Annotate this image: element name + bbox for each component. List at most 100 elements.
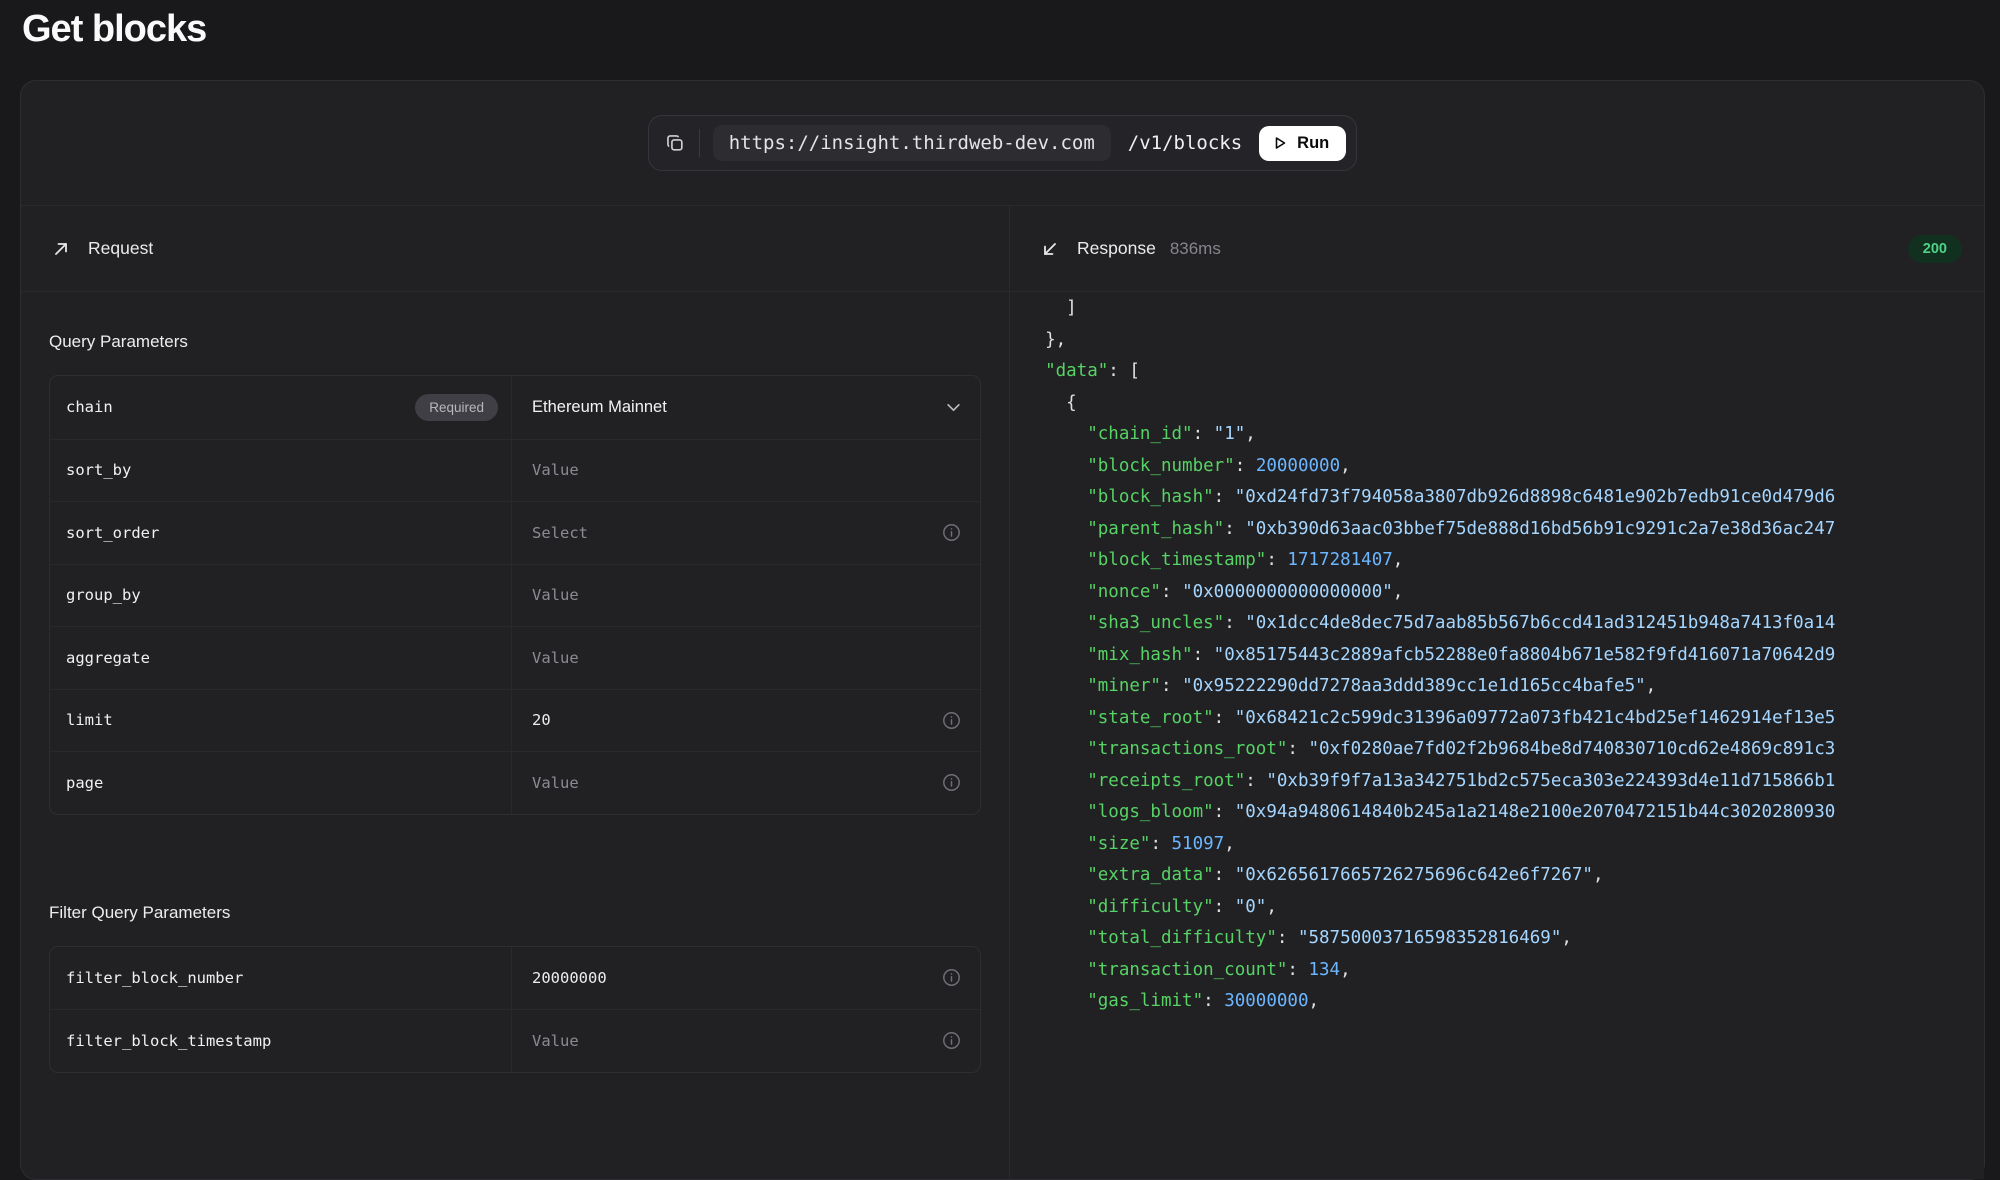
url-divider (698, 129, 700, 157)
param-key-cell: filter_block_number (50, 946, 512, 1009)
param-value-limit[interactable]: 20 (512, 690, 980, 752)
run-button[interactable]: Run (1259, 125, 1347, 161)
url-section: https://insight.thirdweb-dev.com /v1/blo… (21, 81, 1984, 206)
param-name: filter_block_number (66, 968, 244, 987)
query-parameters-table: chain Required Ethereum Mainnet sort_by Valu… (49, 375, 981, 815)
code-line: "total_difficulty": "5875000371659835281… (1087, 928, 1572, 948)
param-key-cell: aggregate (50, 627, 512, 689)
code-line: "parent_hash": "0xb390d63aac03bbef75de88… (1087, 518, 1836, 539)
section-heading-filter-query-parameters: Filter Query Parameters (49, 902, 231, 922)
param-value-filter_block_number[interactable]: 20000000 (512, 947, 980, 1010)
param-value-text: 20000000 (532, 968, 607, 987)
param-name: filter_block_timestamp (66, 1031, 272, 1050)
code-line: "size": 51097, (1087, 833, 1235, 854)
param-value-filter_block_timestamp[interactable]: Value (512, 1010, 980, 1072)
param-value-aggregate[interactable]: Value (512, 627, 980, 689)
param-name: page (66, 773, 104, 792)
code-line: "mix_hash": "0x85175443c2889afcb52288e0f… (1087, 644, 1836, 665)
code-line: "block_timestamp": 1717281407, (1087, 550, 1404, 570)
chevron-down-icon (946, 400, 961, 415)
param-key-cell: sort_order (50, 502, 512, 564)
url-bar: https://insight.thirdweb-dev.com /v1/blo… (647, 115, 1358, 171)
code-line: "state_root": "0x68421c2c599dc31396a0977… (1087, 707, 1836, 728)
param-name: limit (66, 711, 113, 730)
param-key-cell: chain Required (50, 376, 512, 439)
code-line: "miner": "0x95222290dd7278aa3ddd389cc1e1… (1087, 676, 1657, 696)
code-line: { (1024, 392, 1077, 413)
playground-card: https://insight.thirdweb-dev.com /v1/blo… (20, 80, 1985, 1180)
request-title: Request (88, 238, 154, 258)
arrow-down-left-icon (1040, 239, 1060, 259)
param-key-cell: group_by (50, 564, 512, 626)
response-title: Response (1077, 238, 1156, 258)
info-icon[interactable] (942, 1031, 961, 1050)
arrow-up-right-icon (51, 239, 71, 259)
param-row-limit: limit 20 (50, 688, 980, 752)
request-body: Query Parameters chain Required Ethereum M… (21, 292, 1009, 1073)
info-icon[interactable] (942, 773, 961, 792)
param-value-chain[interactable]: Ethereum Mainnet (512, 376, 980, 439)
param-value-text: 20 (532, 711, 551, 730)
param-key-cell: limit (50, 689, 512, 751)
code-line: "block_hash": "0xd24fd73f794058a3807db92… (1087, 487, 1836, 507)
param-name: sort_by (66, 461, 132, 480)
param-value-sort_order[interactable]: Select (512, 502, 980, 564)
code-line: "transactions_root": "0xf0280ae7fd02f2b9… (1087, 739, 1836, 759)
response-panel: Response 836ms 200 ] }, "data": [ { "cha… (1009, 206, 1984, 1179)
code-line: ] (1024, 298, 1077, 318)
status-badge: 200 (1907, 234, 1962, 263)
param-row-group_by: group_by Value (50, 563, 980, 627)
code-line: }, (1024, 329, 1067, 350)
api-playground-page: { "page": { "title": "Get blocks" }, "co… (0, 0, 2000, 1180)
param-row-chain: chain Required Ethereum Mainnet (50, 376, 980, 439)
param-row-page: page Value (50, 751, 980, 814)
code-line: "gas_limit": 30000000, (1087, 991, 1320, 1011)
param-name: sort_order (66, 523, 160, 542)
param-value-group_by[interactable]: Value (512, 565, 980, 627)
copy-icon (664, 132, 686, 154)
info-icon[interactable] (942, 968, 961, 987)
code-line: "transaction_count": 134, (1087, 959, 1351, 980)
param-key-cell: filter_block_timestamp (50, 1010, 512, 1072)
base-url-field[interactable]: https://insight.thirdweb-dev.com (712, 125, 1111, 161)
param-value-text: Value (532, 586, 579, 605)
info-icon[interactable] (942, 523, 961, 542)
param-row-sort_order: sort_order Select (50, 501, 980, 564)
code-line: "receipts_root": "0xb39f9f7a13a342751bd2… (1087, 770, 1836, 791)
param-value-text: Value (532, 648, 579, 667)
code-line: "data": [ (1045, 361, 1140, 381)
param-key-cell: sort_by (50, 439, 512, 501)
param-name: aggregate (66, 648, 150, 667)
filter-query-parameters-table: filter_block_number 20000000 filter_block_… (49, 945, 981, 1073)
param-value-page[interactable]: Value (512, 752, 980, 814)
param-key-cell: page (50, 752, 512, 814)
param-value-text: Value (532, 461, 579, 480)
param-name: group_by (66, 586, 141, 605)
run-button-label: Run (1297, 133, 1330, 152)
response-duration: 836ms (1169, 238, 1221, 258)
response-code-area[interactable]: ] }, "data": [ { "chain_id": "1", "block… (1010, 292, 1984, 1179)
param-value-text: Select (532, 523, 588, 542)
param-name: chain (66, 398, 113, 417)
param-value-text: Ethereum Mainnet (532, 397, 667, 416)
param-row-filter_block_number: filter_block_number 20000000 (50, 946, 980, 1010)
param-row-aggregate: aggregate Value (50, 626, 980, 689)
param-value-text: Value (532, 1031, 579, 1050)
code-line: "chain_id": "1", (1087, 424, 1256, 444)
play-icon (1272, 135, 1288, 151)
code-line: "logs_bloom": "0x94a9480614840b245a1a214… (1087, 802, 1836, 822)
request-panel: Request Query Parameters chain Required Et… (21, 206, 1009, 1179)
required-badge: Required (415, 393, 498, 421)
param-value-sort_by[interactable]: Value (512, 440, 980, 502)
code-line: "sha3_uncles": "0x1dcc4de8dec75d7aab85b5… (1087, 613, 1836, 633)
info-icon[interactable] (942, 711, 961, 730)
param-row-filter_block_timestamp: filter_block_timestamp Value (50, 1009, 980, 1072)
response-header: Response 836ms 200 (1010, 206, 1984, 292)
copy-url-button[interactable] (664, 132, 686, 154)
section-heading-query-parameters: Query Parameters (49, 332, 188, 351)
code-line: "block_number": 20000000, (1087, 455, 1351, 476)
code-line: "extra_data": "0x6265617665726275696c642… (1087, 865, 1604, 885)
response-json: ] }, "data": [ { "chain_id": "1", "block… (1010, 292, 1984, 1018)
code-line: "difficulty": "0", (1087, 896, 1277, 917)
param-value-text: Value (532, 773, 579, 792)
